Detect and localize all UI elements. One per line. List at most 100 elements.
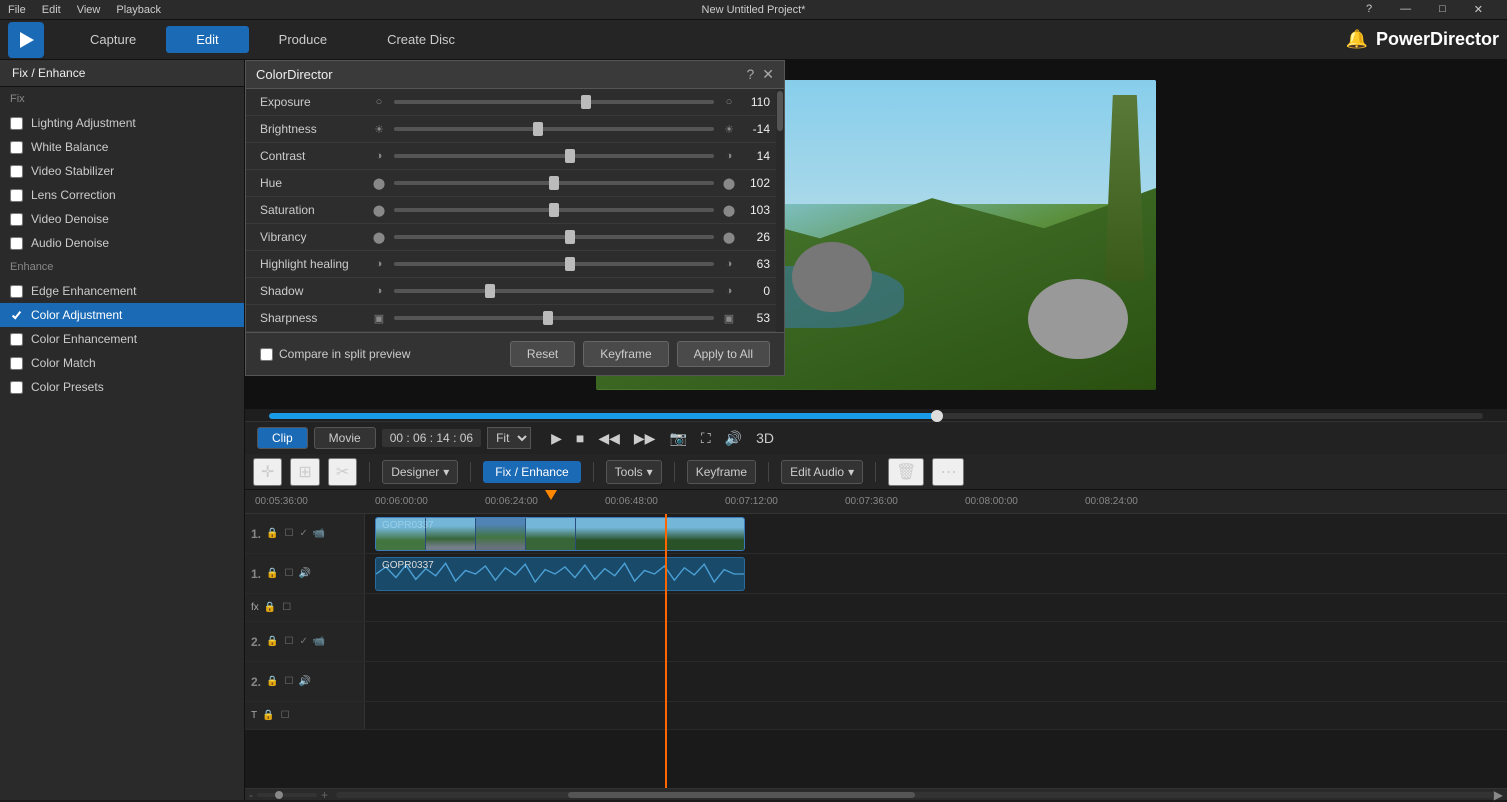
audio-btn[interactable]: 🔊 [721, 428, 746, 449]
text-lock-btn[interactable]: 🔒 [261, 709, 275, 722]
zoom-minus[interactable]: - [249, 788, 253, 802]
lens-correction-checkbox[interactable] [10, 189, 23, 202]
slider-thumb-0[interactable] [581, 95, 591, 109]
slider-track-1[interactable] [394, 127, 714, 131]
track-content-1[interactable]: GOPR0337 [365, 514, 1507, 553]
item-color-enhancement[interactable]: Color Enhancement [0, 327, 244, 351]
playback-progress[interactable] [269, 413, 1483, 419]
track2-vis-btn[interactable]: ☐ [283, 635, 294, 648]
fix-enhance-btn[interactable]: Fix / Enhance [483, 461, 580, 483]
item-video-denoise[interactable]: Video Denoise [0, 207, 244, 231]
track2-lock-btn[interactable]: 🔒 [265, 635, 279, 648]
close-btn[interactable]: ✕ [1474, 3, 1483, 16]
slider-thumb-1[interactable] [533, 122, 543, 136]
next-frame-btn[interactable]: ▶▶ [630, 428, 660, 449]
play-btn[interactable]: ▶ [547, 428, 566, 449]
color-presets-checkbox[interactable] [10, 381, 23, 394]
track-content-2[interactable] [365, 622, 1507, 661]
item-audio-denoise[interactable]: Audio Denoise [0, 231, 244, 255]
progress-thumb[interactable] [931, 410, 943, 422]
item-lens-correction[interactable]: Lens Correction [0, 183, 244, 207]
slider-thumb-2[interactable] [565, 149, 575, 163]
fx-vis-btn[interactable]: ☐ [281, 601, 292, 614]
slider-thumb-8[interactable] [543, 311, 553, 325]
cd-help-btn[interactable]: ? [746, 66, 754, 83]
color-adjustment-checkbox[interactable] [10, 309, 23, 322]
item-color-presets[interactable]: Color Presets [0, 375, 244, 399]
apply-to-all-button[interactable]: Apply to All [677, 341, 770, 367]
item-color-adjustment[interactable]: Color Adjustment [0, 303, 244, 327]
video-stabilizer-checkbox[interactable] [10, 165, 23, 178]
fit-select[interactable]: Fit [487, 427, 531, 449]
slider-track-3[interactable] [394, 181, 714, 185]
edit-audio-dropdown[interactable]: Edit Audio ▾ [781, 460, 863, 484]
track1-lock-btn[interactable]: 🔒 [265, 527, 279, 540]
help-btn[interactable]: ? [1366, 3, 1372, 16]
more-btn[interactable]: ⋯ [932, 458, 964, 486]
item-lighting[interactable]: Lighting Adjustment [0, 111, 244, 135]
track-content-1-audio[interactable]: GOPR0337 [365, 554, 1507, 593]
tools-dropdown[interactable]: Tools ▾ [606, 460, 662, 484]
color-enhancement-checkbox[interactable] [10, 333, 23, 346]
item-white-balance[interactable]: White Balance [0, 135, 244, 159]
tab-create-disc[interactable]: Create Disc [357, 26, 485, 53]
track-content-2-audio[interactable] [365, 662, 1507, 701]
track2-eye-btn[interactable]: ✓ [298, 635, 308, 648]
threed-btn[interactable]: 3D [752, 428, 778, 448]
compare-split-checkbox[interactable] [260, 348, 273, 361]
audio-clip-1[interactable]: GOPR0337 [375, 557, 745, 591]
slider-thumb-5[interactable] [565, 230, 575, 244]
track1a-vis-btn[interactable]: ☐ [283, 567, 294, 580]
fix-enhance-tab[interactable]: Fix / Enhance [0, 60, 244, 87]
slider-track-6[interactable] [394, 262, 714, 266]
track1-vis-btn[interactable]: ☐ [283, 527, 294, 540]
zoom-slider[interactable] [257, 793, 317, 797]
fullscreen-btn[interactable]: ⛶ [697, 428, 715, 449]
menu-edit[interactable]: Edit [42, 4, 61, 16]
slider-track-2[interactable] [394, 154, 714, 158]
timeline-scrollbar[interactable]: - + ▶ [245, 788, 1507, 800]
track-content-fx[interactable] [365, 594, 1507, 621]
menu-playback[interactable]: Playback [116, 4, 161, 16]
video-clip-1[interactable]: GOPR0337 [375, 517, 745, 551]
snapshot-btn[interactable]: 📷 [665, 428, 690, 449]
zoom-plus[interactable]: + [321, 788, 328, 802]
track2a-lock-btn[interactable]: 🔒 [265, 675, 279, 688]
keyframe-button[interactable]: Keyframe [583, 341, 668, 367]
edge-enhancement-checkbox[interactable] [10, 285, 23, 298]
lighting-checkbox[interactable] [10, 117, 23, 130]
slider-track-7[interactable] [394, 289, 714, 293]
minimize-btn[interactable]: — [1400, 3, 1411, 16]
slider-thumb-4[interactable] [549, 203, 559, 217]
delete-btn[interactable]: 🗑 [888, 458, 924, 486]
tool-select[interactable]: ⊞ [290, 458, 319, 486]
white-balance-checkbox[interactable] [10, 141, 23, 154]
designer-dropdown[interactable]: Designer ▾ [382, 460, 458, 484]
track-content-text[interactable] [365, 702, 1507, 729]
menu-view[interactable]: View [77, 4, 101, 16]
keyframe-btn[interactable]: Keyframe [687, 460, 756, 484]
slider-thumb-3[interactable] [549, 176, 559, 190]
cd-scrollbar-thumb[interactable] [777, 91, 783, 131]
menu-file[interactable]: File [8, 4, 26, 16]
stop-btn[interactable]: ■ [572, 428, 588, 448]
slider-track-8[interactable] [394, 316, 714, 320]
item-color-match[interactable]: Color Match [0, 351, 244, 375]
reset-button[interactable]: Reset [510, 341, 575, 367]
fx-lock-btn[interactable]: 🔒 [263, 601, 277, 614]
audio-denoise-checkbox[interactable] [10, 237, 23, 250]
cd-close-btn[interactable]: ✕ [762, 66, 774, 83]
maximize-btn[interactable]: □ [1439, 3, 1446, 16]
slider-thumb-6[interactable] [565, 257, 575, 271]
item-video-stabilizer[interactable]: Video Stabilizer [0, 159, 244, 183]
tab-capture[interactable]: Capture [60, 26, 166, 53]
tool-cut[interactable]: ✂ [328, 458, 357, 486]
slider-track-0[interactable] [394, 100, 714, 104]
text-vis-btn[interactable]: ☐ [280, 709, 291, 722]
movie-btn[interactable]: Movie [314, 427, 376, 449]
item-edge-enhancement[interactable]: Edge Enhancement [0, 279, 244, 303]
zoom-thumb[interactable] [275, 791, 283, 799]
track2a-vis-btn[interactable]: ☐ [283, 675, 294, 688]
track1a-lock-btn[interactable]: 🔒 [265, 567, 279, 580]
tab-produce[interactable]: Produce [249, 26, 357, 53]
